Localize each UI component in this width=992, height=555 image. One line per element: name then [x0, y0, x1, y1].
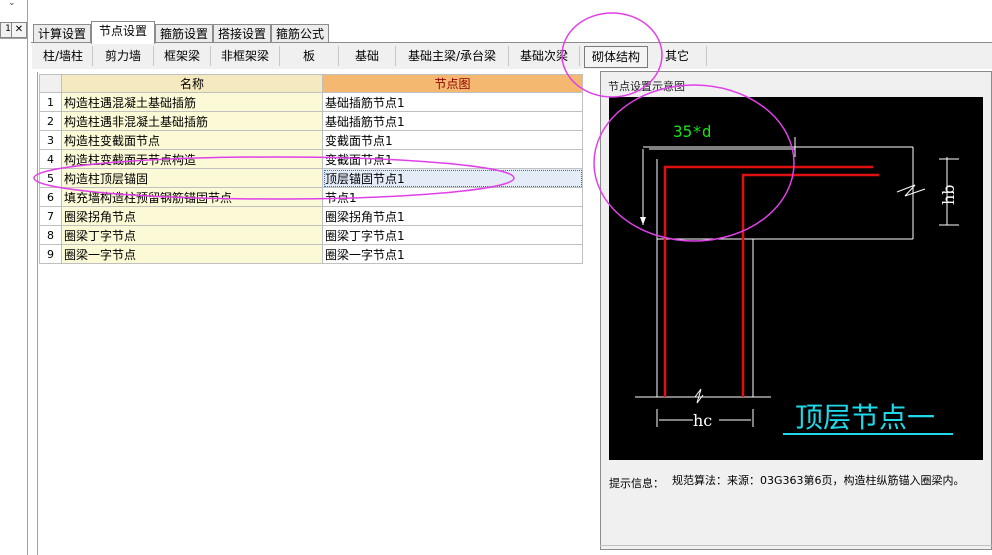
subtab-masonry-structure[interactable]: 砌体结构 — [584, 46, 648, 68]
tab-node-settings[interactable]: 节点设置 — [91, 21, 155, 44]
row-index: 8 — [39, 225, 62, 245]
subtab-nonframe-beam[interactable]: 非框架梁 — [211, 46, 280, 66]
header-index — [39, 74, 62, 93]
subtab-shear-wall[interactable]: 剪力墙 — [93, 46, 154, 66]
subtab-other[interactable]: 其它 — [648, 46, 707, 66]
row-node[interactable]: 节点1 — [322, 187, 583, 207]
table-row[interactable]: 8 圈梁丁字节点 圈梁丁字节点1 — [39, 225, 583, 245]
tab-stirrup-settings[interactable]: 箍筋设置 — [155, 24, 213, 43]
row-node[interactable]: 变截面节点1 — [322, 149, 583, 169]
row-name: 构造柱顶层锚固 — [61, 168, 323, 188]
row-index: 4 — [39, 149, 62, 169]
row-node[interactable]: 顶层锚固节点1 — [322, 168, 583, 188]
hint-text: 规范算法：来源：03G363第6页，构造柱纵筋锚入圈梁内。 — [672, 474, 965, 487]
close-icon[interactable]: ✕ — [11, 22, 27, 38]
row-node[interactable]: 圈梁一字节点1 — [322, 244, 583, 264]
tab-stirrup-formula[interactable]: 箍筋公式 — [271, 24, 329, 43]
row-index: 2 — [39, 111, 62, 131]
header-node[interactable]: 节点图 — [322, 74, 583, 93]
anchor-arrow-icon — [640, 217, 646, 225]
left-panel-strip — [0, 0, 28, 555]
subtab-foundation[interactable]: 基础 — [339, 46, 396, 66]
tab-calc-settings[interactable]: 计算设置 — [33, 24, 91, 43]
row-name: 构造柱变截面无节点构造 — [61, 149, 323, 169]
node-diagram: 35*d hb hc 顶层节点一 — [609, 97, 983, 460]
row-node[interactable]: 基础插筋节点1 — [322, 111, 583, 131]
row-name: 圈梁一字节点 — [61, 244, 323, 264]
table-row[interactable]: 2 构造柱遇非混凝土基础插筋 基础插筋节点1 — [39, 111, 583, 131]
tab-lap-settings[interactable]: 搭接设置 — [213, 24, 271, 43]
table-row[interactable]: 3 构造柱变截面节点 变截面节点1 — [39, 130, 583, 150]
row-name: 圈梁丁字节点 — [61, 225, 323, 245]
header-name[interactable]: 名称 — [61, 74, 323, 93]
table-row[interactable]: 6 填充墙构造柱预留钢筋锚固节点 节点1 — [39, 187, 583, 207]
row-name: 填充墙构造柱预留钢筋锚固节点 — [61, 187, 323, 207]
subtab-column-wallcolumn[interactable]: 柱/墙柱 — [34, 46, 93, 66]
table-row[interactable]: 5 构造柱顶层锚固 顶层锚固节点1 — [39, 168, 583, 188]
row-name: 圈梁拐角节点 — [61, 206, 323, 226]
node-settings-table: 名称 节点图 1 构造柱遇混凝土基础插筋 基础插筋节点1 2 构造柱遇非混凝土基础插筋基… — [39, 74, 583, 264]
row-index: 1 — [39, 92, 62, 112]
panel-title: 节点设置示意图 — [608, 80, 685, 93]
hb-label: hb — [939, 184, 958, 205]
row-node[interactable]: 圈梁拐角节点1 — [322, 206, 583, 226]
row-index: 5 — [39, 168, 62, 188]
table-body: 1 构造柱遇混凝土基础插筋 基础插筋节点1 2 构造柱遇非混凝土基础插筋 基础插筋节点1 3… — [39, 92, 583, 264]
table-header-row: 名称 节点图 — [39, 74, 583, 93]
row-node[interactable]: 基础插筋节点1 — [322, 92, 583, 112]
row-index: 6 — [39, 187, 62, 207]
table-area-border — [37, 72, 38, 555]
row-name: 构造柱遇非混凝土基础插筋 — [61, 111, 323, 131]
diagram-caption: 顶层节点一 — [795, 401, 935, 434]
table-row[interactable]: 4 构造柱变截面无节点构造 变截面节点1 — [39, 149, 583, 169]
anchor-length-label: 35*d — [673, 122, 712, 141]
row-index: 9 — [39, 244, 62, 264]
table-row[interactable]: 7 圈梁拐角节点 圈梁拐角节点1 — [39, 206, 583, 226]
beam-break-mark-icon — [896, 184, 926, 197]
row-index: 7 — [39, 206, 62, 226]
table-row[interactable]: 1 构造柱遇混凝土基础插筋 基础插筋节点1 — [39, 92, 583, 112]
diagram-svg: 35*d hb hc 顶层节点一 — [635, 122, 959, 435]
panel-bottom-border — [600, 545, 992, 546]
subtab-foundation-main-beam[interactable]: 基础主梁/承台梁 — [396, 46, 509, 66]
row-name: 构造柱遇混凝土基础插筋 — [61, 92, 323, 112]
hc-label: hc — [693, 411, 712, 430]
subtab-slab[interactable]: 板 — [280, 46, 339, 66]
divider — [0, 38, 27, 39]
subtab-foundation-secondary-beam[interactable]: 基础次梁 — [509, 46, 580, 66]
outer-rebar — [663, 165, 873, 397]
row-name: 构造柱变截面节点 — [61, 130, 323, 150]
row-node[interactable]: 变截面节点1 — [322, 130, 583, 150]
column-break-mark-icon — [694, 388, 704, 404]
inner-rebar — [741, 173, 879, 397]
table-row[interactable]: 9 圈梁一字节点 圈梁一字节点1 — [39, 244, 583, 264]
row-index: 3 — [39, 130, 62, 150]
row-node[interactable]: 圈梁丁字节点1 — [322, 225, 583, 245]
dropdown-arrow-icon[interactable]: ⌄ — [8, 0, 16, 8]
subtab-frame-beam[interactable]: 框架梁 — [154, 46, 211, 66]
hint-label: 提示信息： — [609, 477, 664, 490]
